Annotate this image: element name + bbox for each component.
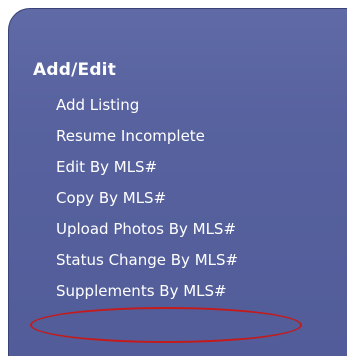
- highlight-oval-annotation: [30, 307, 302, 343]
- screenshot-frame: Add/Edit Add Listing Resume Incomplete E…: [0, 0, 351, 356]
- section-title-add-edit: Add/Edit: [33, 60, 117, 80]
- menu-item-edit-by-mls[interactable]: Edit By MLS#: [56, 156, 238, 187]
- menu-item-resume-incomplete[interactable]: Resume Incomplete: [56, 125, 238, 156]
- menu-item-upload-photos-by-mls[interactable]: Upload Photos By MLS#: [56, 218, 238, 249]
- add-edit-menu: Add Listing Resume Incomplete Edit By ML…: [56, 94, 238, 311]
- menu-item-copy-by-mls[interactable]: Copy By MLS#: [56, 187, 238, 218]
- menu-item-status-change-by-mls[interactable]: Status Change By MLS#: [56, 249, 238, 280]
- menu-item-add-listing[interactable]: Add Listing: [56, 94, 238, 125]
